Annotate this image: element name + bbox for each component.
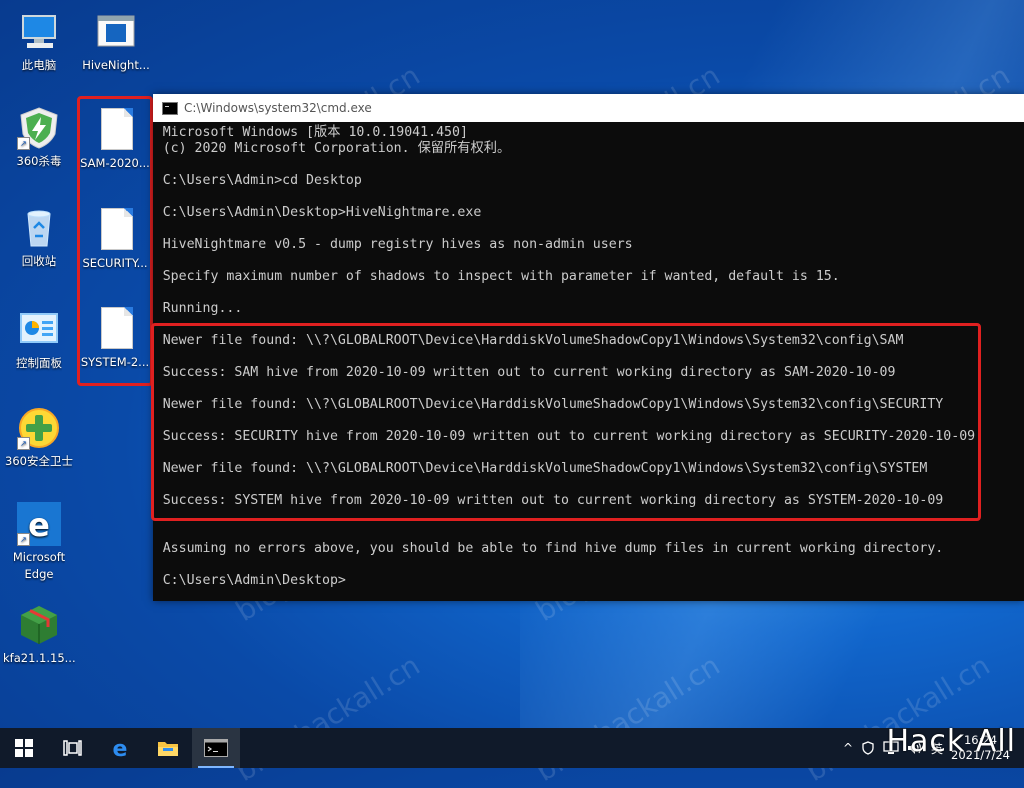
folder-icon xyxy=(158,742,178,756)
plus-shield-icon: ↗ xyxy=(17,406,61,450)
desktop-icon-label: 控制面板 xyxy=(16,356,62,370)
console-line: (c) 2020 Microsoft Corporation. 保留所有权利。 xyxy=(162,140,511,156)
desktop-icon-label: HiveNight... xyxy=(82,58,150,72)
control-panel-icon xyxy=(17,308,61,352)
application-window-icon xyxy=(94,10,138,54)
desktop-icon-hivenightmare[interactable]: HiveNight... xyxy=(80,10,152,74)
desktop-icon-control-panel[interactable]: 控制面板 xyxy=(3,308,75,372)
shield-icon: ↗ xyxy=(17,106,61,150)
svg-text:e: e xyxy=(28,506,50,544)
task-view-button[interactable] xyxy=(48,728,96,768)
desktop-icon-360-safeguard[interactable]: ↗ 360安全卫士 xyxy=(3,406,75,470)
taskbar-cmd-button[interactable] xyxy=(192,728,240,768)
desktop-icon-label: Microsoft xyxy=(12,550,66,564)
shortcut-arrow-icon: ↗ xyxy=(17,437,30,450)
brand-watermark: Hack All xyxy=(886,724,1016,759)
console-line: Running... xyxy=(162,300,243,316)
console-line: C:\Users\Admin>cd Desktop xyxy=(162,172,362,188)
package-box-icon xyxy=(17,603,61,647)
edge-icon: e xyxy=(113,737,128,759)
cmd-icon xyxy=(162,101,178,115)
task-view-icon xyxy=(63,740,82,756)
computer-icon xyxy=(17,10,61,54)
desktop-icon-label: Edge xyxy=(24,567,54,581)
taskbar-edge-button[interactable]: e xyxy=(96,728,144,768)
desktop-icon-recycle-bin[interactable]: 回收站 xyxy=(3,206,75,270)
desktop-icon-label: 360杀毒 xyxy=(16,154,62,168)
console-line: Microsoft Windows [版本 10.0.19041.450] xyxy=(162,124,468,140)
desktop-icon-this-pc[interactable]: 此电脑 xyxy=(3,10,75,74)
recycle-bin-icon xyxy=(17,206,61,250)
highlight-box-dumped-files xyxy=(77,96,153,386)
taskbar: e ^ 英 16:24 2021/7/24 xyxy=(0,728,1024,768)
highlight-box-success-output xyxy=(151,323,981,521)
console-prompt[interactable]: C:\Users\Admin\Desktop> xyxy=(163,572,1016,588)
svg-text:e: e xyxy=(113,737,128,759)
start-button[interactable] xyxy=(0,728,48,768)
cmd-titlebar[interactable]: C:\Windows\system32\cmd.exe xyxy=(153,94,1024,122)
desktop-icon-label: kfa21.1.15.... xyxy=(3,651,75,665)
cmd-window-title: C:\Windows\system32\cmd.exe xyxy=(184,101,372,115)
desktop-icon-label: 360安全卫士 xyxy=(5,454,73,468)
desktop-icon-label: 回收站 xyxy=(21,254,57,268)
taskbar-file-explorer-button[interactable] xyxy=(144,728,192,768)
console-line: HiveNightmare v0.5 - dump registry hives… xyxy=(162,236,633,252)
console-line: C:\Users\Admin\Desktop>HiveNightmare.exe xyxy=(162,204,482,220)
cmd-icon xyxy=(204,739,228,757)
desktop-icon-label: 此电脑 xyxy=(21,58,57,72)
shortcut-arrow-icon: ↗ xyxy=(17,137,30,150)
console-line: Specify maximum number of shadows to ins… xyxy=(162,268,840,284)
desktop-icon-360-antivirus[interactable]: ↗ 360杀毒 xyxy=(3,106,75,170)
security-shield-icon[interactable] xyxy=(861,741,875,755)
show-hidden-icons-button[interactable]: ^ xyxy=(843,741,853,755)
desktop-icon-kfa-package[interactable]: kfa21.1.15.... xyxy=(3,603,75,667)
windows-logo-icon xyxy=(15,739,33,757)
edge-icon: e ↗ xyxy=(17,502,61,546)
shortcut-arrow-icon: ↗ xyxy=(17,533,30,546)
console-line: Assuming no errors above, you should be … xyxy=(162,540,944,556)
desktop-icon-microsoft-edge[interactable]: e ↗ Microsoft Edge xyxy=(3,502,75,583)
